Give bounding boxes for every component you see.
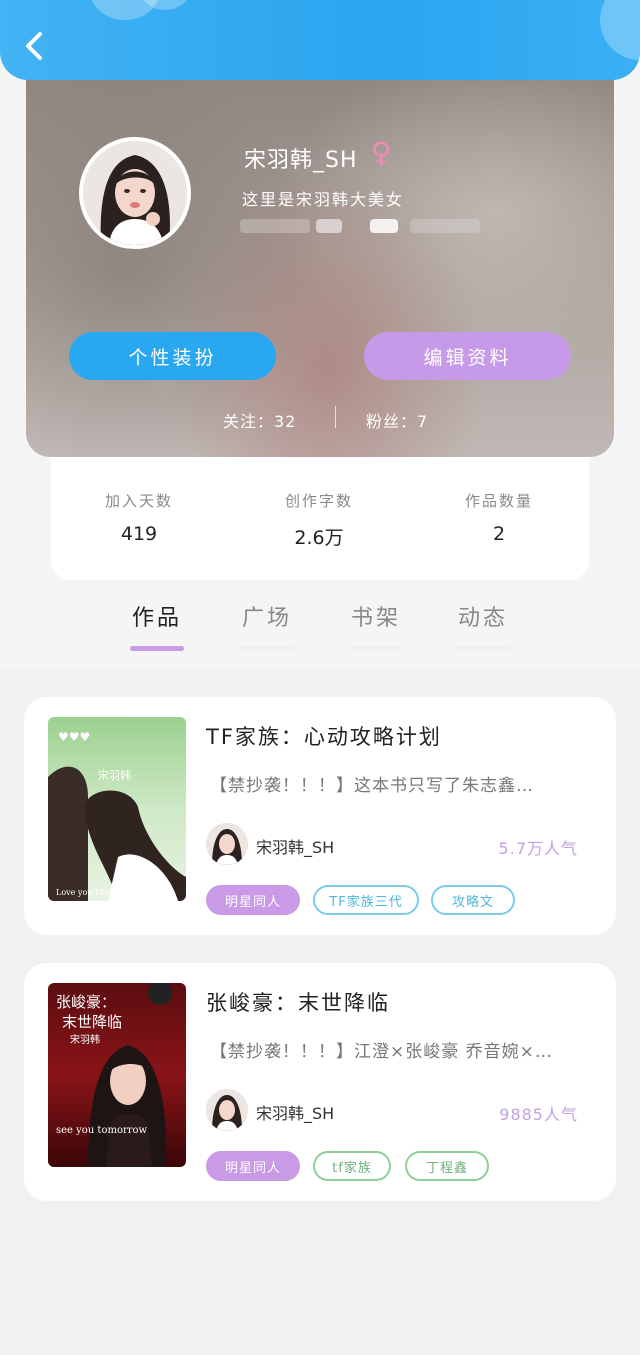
cover-name: 宋羽韩	[98, 768, 131, 782]
cover-caption: see you tomorrow	[56, 1125, 148, 1136]
stat-label: 创作字数	[284, 492, 353, 510]
stat-join-days: 加入天数 419	[59, 490, 219, 545]
stat-value: 2	[492, 523, 506, 545]
book-cover-image-icon: 张峻豪： 末世降临 宋羽韩 see you tomorrow	[48, 983, 186, 1167]
tag-chip[interactable]: 攻略文	[431, 885, 515, 915]
back-button[interactable]	[18, 26, 52, 66]
top-bar	[0, 0, 640, 80]
chevron-left-icon	[26, 32, 42, 60]
tab-bookshelf[interactable]: 书架	[336, 600, 416, 651]
cover-name: 宋羽韩	[70, 1033, 100, 1046]
cover-title: 张峻豪：	[56, 993, 116, 1011]
tag-chip[interactable]: 明星同人	[206, 1151, 300, 1181]
tab-underline	[130, 646, 184, 651]
author-name[interactable]: 宋羽韩_SH	[256, 834, 334, 858]
tab-bar: 作品 广场 书架 动态	[0, 600, 640, 660]
tab-works[interactable]: 作品	[117, 600, 197, 651]
cover-caption: Love you like the wind	[56, 888, 148, 897]
avatar-portrait-icon	[206, 823, 248, 865]
book-cover[interactable]: ♥♥♥ 宋羽韩 Love you like the wind	[48, 717, 186, 901]
tag-chip[interactable]: TF家族三代	[313, 885, 419, 915]
tag-chip[interactable]: 丁程鑫	[405, 1151, 489, 1181]
book-cover-image-icon: ♥♥♥ 宋羽韩 Love you like the wind	[48, 717, 186, 901]
followers-count[interactable]: 粉丝：7	[366, 408, 428, 432]
tag-chip[interactable]: tf家族	[313, 1151, 391, 1181]
stat-value: 2.6万	[294, 527, 344, 549]
stat-word-count: 创作字数 2.6万	[239, 490, 399, 550]
stat-works-count: 作品数量 2	[419, 490, 579, 545]
dress-up-button[interactable]: 个性装扮	[69, 332, 276, 380]
popularity-count: 5.7万人气	[498, 839, 578, 858]
work-title[interactable]: 张峻豪：末世降临	[206, 987, 390, 1017]
bio-text: 这里是宋羽韩大美女	[242, 190, 405, 209]
redacted-text	[240, 215, 490, 237]
work-card[interactable]: ♥♥♥ 宋羽韩 Love you like the wind TF家族：心动攻略…	[24, 697, 616, 935]
popularity-count: 9885人气	[499, 1105, 578, 1124]
stat-label: 作品数量	[464, 492, 533, 510]
gender-female-icon: ♀	[371, 136, 392, 169]
tab-label: 广场	[241, 606, 292, 631]
tab-label: 作品	[131, 606, 182, 631]
tab-underline	[456, 646, 510, 651]
author-name[interactable]: 宋羽韩_SH	[256, 1100, 334, 1124]
tab-plaza[interactable]: 广场	[227, 600, 307, 651]
stat-label: 加入天数	[104, 492, 173, 510]
avatar[interactable]	[79, 137, 191, 249]
tab-activity[interactable]: 动态	[443, 600, 523, 651]
divider	[335, 406, 336, 428]
tag-chip[interactable]: 明星同人	[206, 885, 300, 915]
work-card[interactable]: 张峻豪： 末世降临 宋羽韩 see you tomorrow 张峻豪：末世降临 …	[24, 963, 616, 1201]
svg-text:♥♥♥: ♥♥♥	[58, 730, 90, 744]
author-avatar[interactable]	[206, 1089, 248, 1131]
author-avatar[interactable]	[206, 823, 248, 865]
avatar-portrait-icon	[83, 141, 187, 245]
stat-value: 419	[120, 523, 158, 545]
work-description: 【禁抄袭！！！】这本书只写了朱志鑫…	[210, 776, 534, 796]
work-title[interactable]: TF家族：心动攻略计划	[206, 721, 442, 751]
stats-card: 加入天数 419 创作字数 2.6万 作品数量 2	[51, 440, 589, 580]
avatar-portrait-icon	[206, 1089, 248, 1131]
profile-header-card: 宋羽韩_SH ♀ 这里是宋羽韩大美女 个性装扮 编辑资料 关注：32 粉丝：7	[26, 70, 614, 457]
edit-profile-button[interactable]: 编辑资料	[364, 332, 571, 380]
cover-title: 末世降临	[62, 1013, 122, 1031]
username: 宋羽韩_SH	[244, 148, 358, 173]
tab-label: 动态	[457, 606, 508, 631]
tab-underline	[240, 646, 294, 651]
tab-underline	[349, 646, 403, 651]
tab-label: 书架	[350, 606, 401, 631]
decor-bubble	[600, 0, 640, 60]
following-count[interactable]: 关注：32	[223, 408, 296, 432]
work-description: 【禁抄袭！！！】江澄×张峻豪 乔音婉×…	[210, 1042, 553, 1062]
book-cover[interactable]: 张峻豪： 末世降临 宋羽韩 see you tomorrow	[48, 983, 186, 1167]
